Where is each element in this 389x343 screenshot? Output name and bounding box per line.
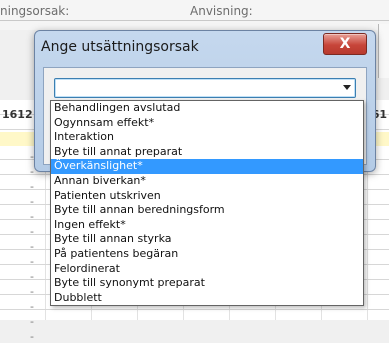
dropdown-option[interactable]: Annan biverkan* xyxy=(51,174,363,189)
background-row-dash: - xyxy=(30,225,34,238)
dropdown-option[interactable]: Byte till annan styrka xyxy=(51,232,363,247)
dropdown-option[interactable]: Interaktion xyxy=(51,130,363,145)
dropdown-option[interactable]: Byte till synonymt preparat xyxy=(51,276,363,291)
reason-dropdown-list: Behandlingen avslutad Ogynnsam effekt* Int… xyxy=(50,100,364,307)
background-row-dash: - xyxy=(30,270,34,283)
background-row-dash: - xyxy=(30,285,34,298)
dropdown-option[interactable]: Patienten utskriven xyxy=(51,189,363,204)
dropdown-option[interactable]: Behandlingen avslutad xyxy=(51,101,363,116)
dropdown-option[interactable]: Ingen effekt* xyxy=(51,218,363,233)
chevron-down-icon[interactable] xyxy=(343,85,351,90)
background-row-dash: - xyxy=(30,315,34,328)
background-row-dash: - xyxy=(30,300,34,313)
background-row-dash: - xyxy=(30,195,34,208)
background-row-dash: - xyxy=(30,330,34,343)
background-label-instruction: Anvisning: xyxy=(190,4,253,18)
background-row-dash: - xyxy=(30,255,34,268)
close-button[interactable]: X xyxy=(323,33,367,55)
background-row-dash: - xyxy=(30,210,34,223)
background-row-number-left: 1612 xyxy=(2,108,33,121)
dropdown-option[interactable]: Byte till annat preparat xyxy=(51,145,363,160)
dropdown-option[interactable]: Felordinerat xyxy=(51,262,363,277)
dropdown-option[interactable]: Överkänslighet* xyxy=(51,159,363,174)
dropdown-option[interactable]: Byte till annan beredningsform xyxy=(51,203,363,218)
background-side-controls xyxy=(378,24,389,78)
background-row-dash: - xyxy=(30,180,34,193)
reason-select[interactable] xyxy=(54,78,356,98)
dropdown-option[interactable]: På patientens begäran xyxy=(51,247,363,262)
dropdown-option[interactable]: Dubblett xyxy=(51,291,363,306)
dropdown-option[interactable]: Ogynnsam effekt* xyxy=(51,116,363,131)
background-divider xyxy=(0,20,389,21)
close-icon: X xyxy=(339,36,351,52)
background-row-dash: - xyxy=(30,240,34,253)
dialog-title: Ange utsättningsorsak xyxy=(41,39,199,55)
background-label-reason: ningsorsak: xyxy=(0,4,70,18)
